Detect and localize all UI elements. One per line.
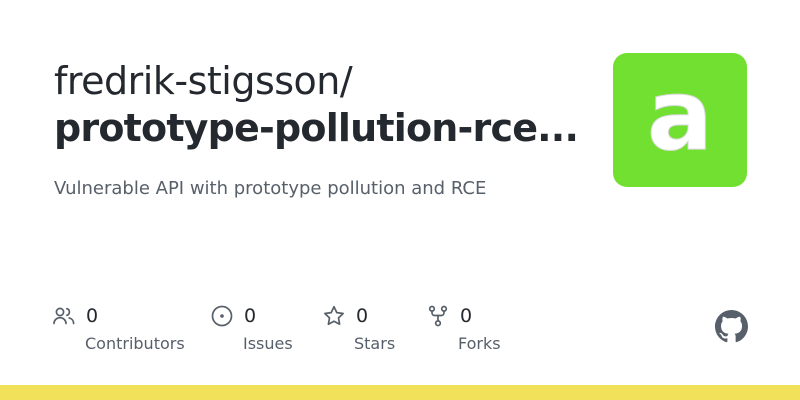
forks-count: 0: [460, 305, 473, 327]
stat-forks[interactable]: 0 Forks: [426, 303, 501, 353]
repo-owner[interactable]: fredrik-stigsson/: [54, 58, 353, 104]
social-preview-card: fredrik-stigsson/ prototype-pollution-rc…: [0, 0, 800, 400]
stat-stars[interactable]: 0 Stars: [322, 303, 395, 353]
star-icon: [322, 304, 346, 328]
repo-avatar: a: [613, 53, 747, 187]
forks-label: Forks: [458, 334, 501, 353]
avatar-letter: a: [647, 59, 713, 173]
issues-count: 0: [244, 305, 257, 327]
contributors-label: Contributors: [85, 334, 185, 353]
stat-contributors[interactable]: 0 Contributors: [52, 303, 185, 353]
language-color-bar: [0, 385, 800, 400]
stat-issues[interactable]: 0 Issues: [210, 303, 293, 353]
contributors-count: 0: [86, 305, 99, 327]
issues-label: Issues: [243, 334, 293, 353]
people-icon: [52, 304, 76, 328]
stars-label: Stars: [354, 334, 396, 353]
avatar-letter-icon: a: [646, 59, 713, 174]
stars-count: 0: [356, 305, 369, 327]
issue-opened-icon: [210, 304, 234, 328]
repo-description: Vulnerable API with prototype pollution …: [54, 178, 487, 199]
repo-forked-icon: [426, 304, 450, 328]
github-mark-icon[interactable]: [715, 310, 748, 343]
repo-name[interactable]: prototype-pollution-rce...: [54, 104, 579, 152]
